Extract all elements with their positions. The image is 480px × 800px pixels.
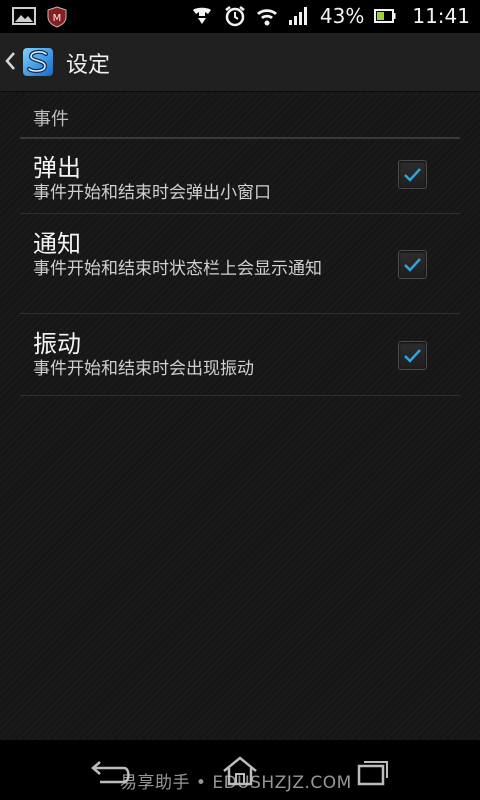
check-icon (404, 349, 421, 363)
preference-title: 通知 (33, 230, 81, 258)
notification-area: M (12, 6, 68, 28)
popup-checkbox[interactable] (398, 160, 427, 189)
status-bar: M 43% 11:41 (0, 0, 480, 33)
action-bar[interactable]: 设定 (0, 33, 480, 92)
status-icons: 43% 11:41 (190, 4, 470, 28)
preference-summary: 事件开始和结束时会出现振动 (33, 359, 254, 379)
preference-title: 振动 (33, 330, 81, 358)
watermark-text: 易享助手 • EDUSHZJZ.COM (120, 773, 352, 793)
category-title: 事件 (33, 109, 69, 130)
recent-apps-icon[interactable] (354, 754, 390, 788)
preference-notification[interactable]: 通知 事件开始和结束时状态栏上会显示通知 (20, 214, 460, 314)
signal-icon (288, 7, 307, 25)
svg-text:M: M (53, 13, 62, 24)
screen: M 43% 11:41 设定 事件 弹出 事件开始和结束时会弹出小窗口 通知 事… (0, 0, 480, 800)
wifi-icon (256, 9, 277, 26)
notification-checkbox[interactable] (398, 250, 427, 279)
page-title: 设定 (66, 53, 111, 78)
preference-title: 弹出 (33, 154, 81, 182)
navigation-bar: 易享助手 • EDUSHZJZ.COM (0, 740, 480, 800)
call-forward-icon (192, 7, 211, 24)
gallery-notification-icon (12, 7, 36, 25)
preference-popup[interactable]: 弹出 事件开始和结束时会弹出小窗口 (20, 138, 460, 214)
alarm-icon (225, 6, 245, 27)
check-icon (404, 258, 421, 272)
check-icon (404, 168, 421, 182)
battery-percent: 43% (319, 4, 365, 28)
category-header: 事件 (20, 99, 460, 139)
vibrate-checkbox[interactable] (398, 341, 427, 370)
mcafee-icon: M (47, 6, 67, 28)
up-navigation-icon[interactable] (3, 48, 17, 74)
preference-summary: 事件开始和结束时会弹出小窗口 (33, 183, 271, 203)
app-logo-icon[interactable] (20, 44, 56, 80)
clock: 11:41 (412, 4, 470, 28)
preference-summary: 事件开始和结束时状态栏上会显示通知 (33, 259, 322, 279)
preference-vibrate[interactable]: 振动 事件开始和结束时会出现振动 (20, 314, 460, 396)
battery-icon (374, 9, 396, 23)
